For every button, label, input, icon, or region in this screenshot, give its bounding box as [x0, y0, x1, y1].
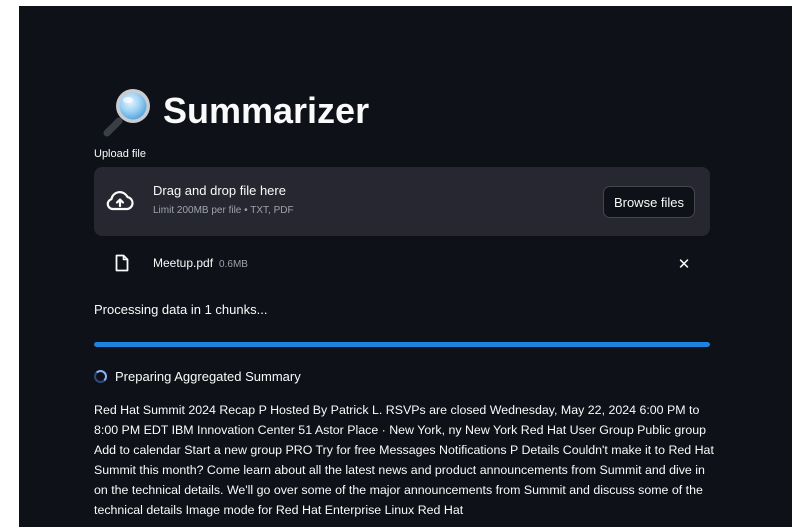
file-icon	[115, 254, 129, 272]
file-limit-text: Limit 200MB per file • TXT, PDF	[153, 205, 294, 216]
summary-text: Red Hat Summit 2024 Recap P Hosted By Pa…	[94, 403, 714, 517]
drop-instructions: Drag and drop file here	[153, 183, 286, 198]
cloud-upload-icon	[106, 191, 134, 211]
close-icon: ✕	[677, 256, 691, 273]
spinner-status: Preparing Aggregated Summary	[94, 366, 301, 386]
browse-files-button[interactable]: Browse files	[603, 186, 695, 218]
title-text: Summarizer	[163, 90, 370, 131]
file-dropzone[interactable]: Drag and drop file here Limit 200MB per …	[94, 167, 710, 236]
processing-status: Processing data in 1 chunks...	[94, 302, 268, 317]
remove-file-button[interactable]: ✕	[674, 254, 694, 274]
page-title: Summarizer	[103, 82, 369, 140]
uploaded-file-row: Meetup.pdf 0.6MB ✕	[94, 251, 710, 277]
progress-bar	[94, 342, 710, 347]
progress-bar-fill	[94, 342, 710, 347]
upload-label: Upload file	[94, 148, 146, 160]
spinner-text: Preparing Aggregated Summary	[115, 368, 301, 384]
app-frame: Summarizer Upload file Drag and drop fil…	[19, 6, 792, 527]
spinner-icon	[94, 369, 107, 383]
file-size: 0.6MB	[219, 259, 248, 270]
magnifying-glass-icon	[103, 89, 150, 137]
file-name: Meetup.pdf	[153, 256, 214, 270]
